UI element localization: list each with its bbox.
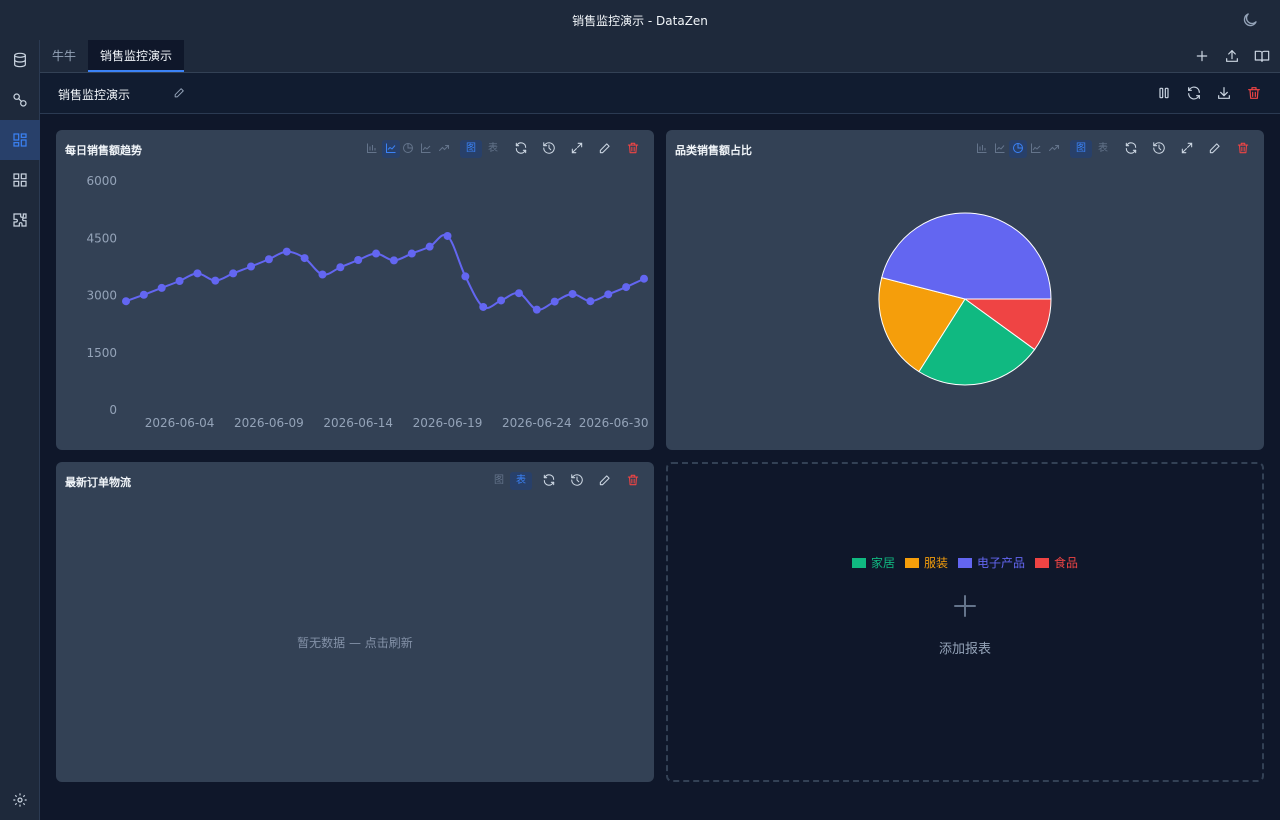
x-tick-label: 2026-06-19 [413,416,483,430]
x-tick-label: 2026-06-14 [323,416,393,430]
table-view-toggle[interactable]: 表 [510,472,532,490]
trend-panel: 每日销售额趋势 图 表 0 1500 3000 4500 6000 2026-06-04 2… [56,130,654,450]
data-point[interactable] [247,262,256,271]
tab-bar: 牛牛 销售监控演示 [40,40,1280,73]
upload-icon[interactable] [1224,48,1240,64]
data-point[interactable] [604,290,613,299]
data-point[interactable] [568,289,577,298]
orders-panel: 最新订单物流 图 表 暂无数据 — 点击刷新 [56,462,654,782]
pause-icon[interactable] [1156,85,1172,101]
data-point[interactable] [354,256,363,265]
sales-series-line [125,233,645,311]
daily-sales-line-chart: 0 1500 3000 4500 6000 2026-06-04 2026-06-09 202… [86,174,649,430]
empty-state-message[interactable]: 暂无数据 — 点击刷新 [56,634,654,651]
sidebar-item-settings[interactable] [0,780,40,820]
data-point[interactable] [461,272,470,281]
refresh-icon[interactable] [542,473,556,487]
data-point[interactable] [407,249,416,258]
chart-view-toggle[interactable]: 图 [488,472,510,490]
data-point[interactable] [300,254,309,263]
dashboard-title: 销售监控演示 [58,88,131,102]
data-point[interactable] [497,296,506,305]
dashboard-icon [13,133,27,147]
rename-pencil-icon[interactable] [173,86,186,99]
y-tick-label: 3000 [86,289,117,303]
title-bar: 销售监控演示 - DataZen [0,0,1280,40]
database-icon [14,52,26,68]
y-tick-label: 0 [109,403,117,417]
data-point[interactable] [139,290,148,299]
y-tick-label: 6000 [86,174,117,188]
theme-toggle-icon[interactable] [1241,11,1259,29]
sidebar-item-query[interactable] [0,80,40,120]
x-tick-label: 2026-06-04 [145,416,215,430]
delete-dashboard-icon[interactable] [1246,85,1262,101]
plus-icon [954,595,976,617]
sidebar [0,40,40,820]
data-point[interactable] [622,283,631,292]
data-point[interactable] [443,231,452,240]
window-title: 销售监控演示 - DataZen [572,14,708,28]
x-tick-label: 2026-06-24 [502,416,572,430]
x-tick-label: 2026-06-30 [579,416,649,430]
y-tick-label: 1500 [86,346,117,360]
data-point[interactable] [122,297,130,306]
edit-pencil-icon[interactable] [598,473,612,487]
data-point[interactable] [193,269,202,278]
data-point[interactable] [514,289,523,298]
trash-icon[interactable] [626,473,640,487]
data-point[interactable] [425,242,434,251]
data-point[interactable] [586,297,595,306]
data-point[interactable] [479,302,488,311]
data-point[interactable] [211,276,220,285]
data-point[interactable] [264,255,273,264]
data-point[interactable] [157,283,166,292]
data-point[interactable] [229,269,238,278]
history-icon[interactable] [570,473,584,487]
data-point[interactable] [532,305,541,314]
add-report-button[interactable]: 添加报表 [666,462,1264,782]
dashboard-header: 销售监控演示 [40,73,1280,114]
download-icon[interactable] [1216,85,1232,101]
data-point[interactable] [318,270,327,279]
x-tick-label: 2026-06-09 [234,416,304,430]
add-tab-icon[interactable] [1194,48,1210,64]
data-point[interactable] [372,249,381,258]
sidebar-item-plugins[interactable] [0,200,40,240]
refresh-all-icon[interactable] [1186,85,1202,101]
sidebar-item-dashboard[interactable] [0,120,40,160]
data-point[interactable] [336,263,345,272]
category-pie-chart [878,212,1052,386]
sidebar-item-apps[interactable] [0,160,40,200]
category-panel: 品类销售额占比 图 表 家居 服装 电子产品 食品 [666,130,1264,570]
tab-niuniu[interactable]: 牛牛 [40,40,88,72]
data-point[interactable] [550,297,559,306]
data-point[interactable] [389,256,398,265]
y-tick-label: 4500 [86,231,117,245]
puzzle-icon [13,213,27,227]
data-point[interactable] [282,247,291,256]
gear-icon [13,793,27,807]
add-report-label: 添加报表 [938,642,991,657]
sidebar-item-database[interactable] [0,40,40,80]
orders-panel-title: 最新订单物流 [65,476,131,489]
nodes-icon [13,93,27,107]
book-icon[interactable] [1254,48,1270,64]
tab-sales-monitor[interactable]: 销售监控演示 [88,40,185,72]
data-point[interactable] [640,274,648,283]
grid-icon [13,173,27,187]
data-point[interactable] [175,276,184,285]
